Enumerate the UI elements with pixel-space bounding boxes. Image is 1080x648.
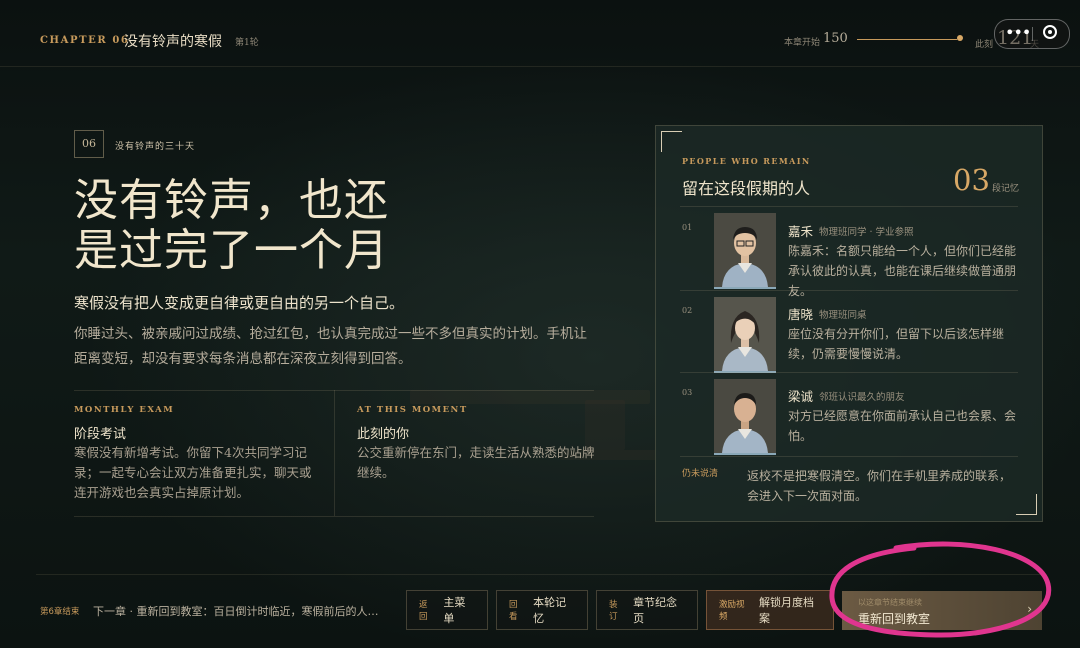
unlock-archive-button[interactable]: 激励视频 解锁月度档案 bbox=[706, 590, 834, 630]
divider bbox=[74, 516, 594, 517]
miniprogram-capsule: ••• bbox=[994, 19, 1070, 49]
chapter-title: 没有铃声的寒假 bbox=[124, 34, 222, 50]
next-chapter-preview: 下一章 · 重新回到教室：百日倒计时临近，寒假前后的人… bbox=[93, 605, 379, 618]
button-key: 以这章节结束继续 bbox=[858, 598, 922, 607]
button-label: 解锁月度档案 bbox=[758, 596, 814, 625]
person-portrait[interactable] bbox=[714, 297, 776, 373]
progress-marker bbox=[957, 35, 963, 41]
button-key: 回看 bbox=[509, 600, 518, 622]
person-role: 物理班同学 · 学业参照 bbox=[819, 227, 914, 238]
panel-title: 留在这段假期的人 bbox=[682, 179, 811, 198]
person-name: 梁诚 bbox=[788, 389, 814, 404]
portrait-girl-icon bbox=[714, 297, 776, 371]
unresolved-note: 返校不是把寒假清空。你们在手机里养成的联系，会进入下一次面对面。 bbox=[747, 469, 1012, 503]
progress-start-value: 150 bbox=[823, 31, 848, 46]
card-body-exam: 寒假没有新增考试。你留下4次共同学习记录；一起专心会让双方准备更扎实，聊天或连开… bbox=[74, 445, 312, 500]
corner-bracket bbox=[661, 131, 682, 152]
button-key: 返回 bbox=[419, 600, 428, 622]
unresolved-label: 仍未说清 bbox=[682, 469, 719, 479]
footer-divider bbox=[36, 574, 1044, 575]
close-target-icon[interactable] bbox=[1043, 25, 1057, 39]
memory-count-label: 段记忆 bbox=[992, 184, 1020, 194]
main-menu-button[interactable]: 返回 主菜单 bbox=[406, 590, 488, 630]
person-portrait[interactable] bbox=[714, 379, 776, 455]
round-label: 第1轮 bbox=[235, 38, 259, 48]
person-role: 邻班认识最久的朋友 bbox=[819, 392, 905, 403]
section-label: 没有铃声的三十天 bbox=[115, 142, 196, 152]
person-note: 对方已经愿意在你面前承认自己也会累、会怕。 bbox=[788, 409, 1017, 443]
person-note: 座位没有分开你们，但留下以后该怎样继续，仍需要慢慢说清。 bbox=[788, 327, 1005, 361]
panel-divider bbox=[680, 206, 1018, 207]
continue-button[interactable]: 以这章节结束继续 重新回到教室 › bbox=[842, 591, 1042, 630]
chevron-right-icon: › bbox=[1027, 602, 1032, 616]
card-title-exam: 阶段考试 bbox=[74, 427, 127, 442]
progress-fill bbox=[857, 39, 957, 40]
button-label: 本轮记忆 bbox=[533, 596, 567, 625]
person-number: 02 bbox=[682, 306, 693, 315]
capsule-divider bbox=[1032, 27, 1033, 41]
memory-count: 03 bbox=[953, 163, 990, 197]
more-icon[interactable]: ••• bbox=[1005, 23, 1031, 42]
panel-eyebrow: PEOPLE WHO REMAIN bbox=[682, 156, 811, 166]
progress-track bbox=[857, 39, 959, 40]
chapter-end-label: 第6章结束 bbox=[40, 607, 80, 617]
body-text: 你睡过头、被亲戚问过成绩、抢过红包，也认真完成过一些不多但真实的计划。手机让距离… bbox=[74, 326, 587, 367]
person-number: 01 bbox=[682, 223, 693, 232]
button-label: 主菜单 bbox=[443, 596, 466, 625]
chapter-code: CHAPTER 06 bbox=[40, 35, 130, 46]
person-note: 陈嘉禾：名额只能给一个人，但你们已经能承认彼此的认真，也能在课后继续做普通朋友。 bbox=[788, 244, 1017, 298]
person-portrait[interactable] bbox=[714, 213, 776, 289]
divider-vertical bbox=[334, 390, 335, 516]
corner-bracket bbox=[1016, 494, 1037, 515]
section-number-badge: 06 bbox=[74, 130, 104, 158]
panel-divider bbox=[680, 456, 1018, 457]
chapter-keepsake-button[interactable]: 装订 章节纪念页 bbox=[596, 590, 698, 630]
person-role: 物理班同桌 bbox=[819, 310, 867, 321]
portrait-boy-glasses-icon bbox=[714, 213, 776, 287]
card-title-moment: 此刻的你 bbox=[357, 427, 410, 442]
progress-now-label: 此刻 bbox=[975, 40, 994, 50]
button-label: 重新回到教室 bbox=[858, 612, 931, 626]
card-eyebrow-moment: AT THIS MOMENT bbox=[357, 405, 468, 415]
review-memory-button[interactable]: 回看 本轮记忆 bbox=[496, 590, 588, 630]
lead-text: 寒假没有把人变成更自律或更自由的另一个自己。 bbox=[74, 294, 405, 312]
portrait-boy-icon bbox=[714, 379, 776, 453]
button-label: 章节纪念页 bbox=[633, 596, 678, 625]
headline-line-1: 没有铃声，也还 bbox=[74, 175, 389, 226]
card-eyebrow-exam: MONTHLY EXAM bbox=[74, 405, 175, 415]
headline-line-2: 是过完了一个月 bbox=[74, 225, 389, 276]
progress-start-label: 本章开始 bbox=[784, 38, 821, 48]
panel-divider bbox=[680, 290, 1018, 291]
person-name: 嘉禾 bbox=[788, 224, 814, 239]
button-key: 激励视频 bbox=[719, 600, 745, 622]
card-body-moment: 公交重新停在东门，走读生活从熟悉的站牌继续。 bbox=[357, 445, 595, 480]
button-key: 装订 bbox=[609, 600, 618, 622]
person-name: 唐晓 bbox=[788, 307, 814, 322]
headline: 没有铃声，也还 是过完了一个月 bbox=[74, 176, 494, 276]
person-number: 03 bbox=[682, 388, 693, 397]
panel-divider bbox=[680, 372, 1018, 373]
